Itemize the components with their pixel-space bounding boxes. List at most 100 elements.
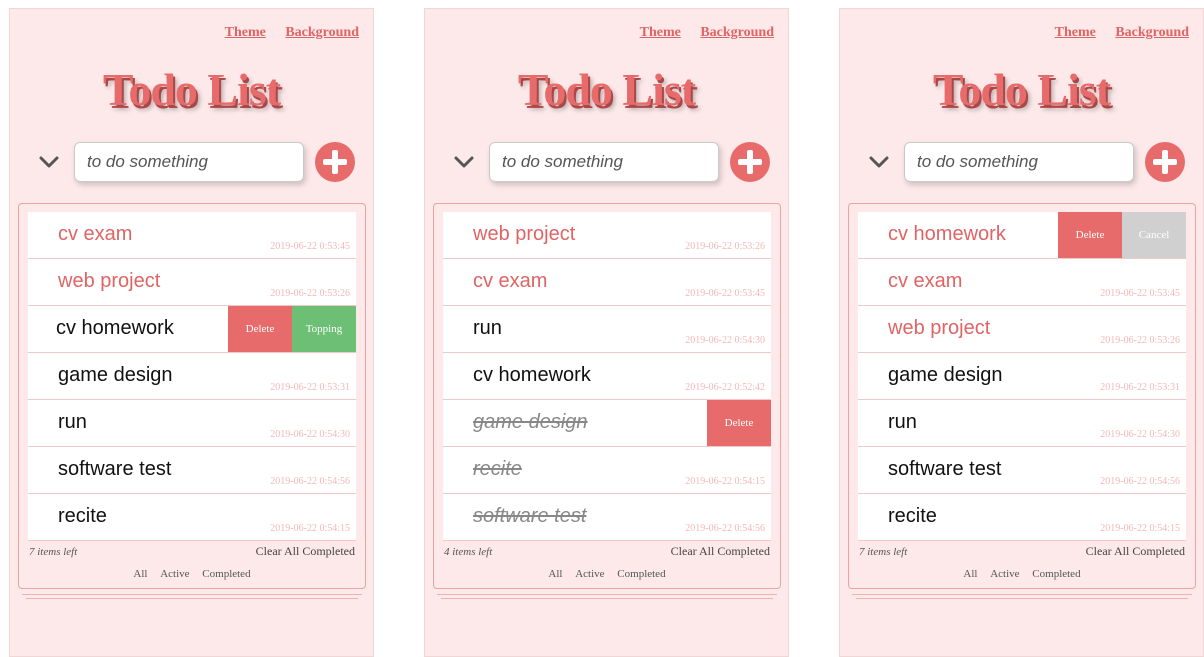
chevron-down-icon[interactable] — [38, 153, 60, 171]
add-button[interactable] — [1144, 141, 1186, 183]
filter-active[interactable]: Active — [990, 568, 1019, 580]
todo-timestamp: 2019-06-22 0:54:30 — [270, 429, 350, 440]
list-item[interactable]: software test 2019-06-22 0:54:56 — [443, 494, 771, 541]
list-item[interactable]: recite 2019-06-22 0:54:15 — [858, 494, 1186, 541]
list-item[interactable]: software test 2019-06-22 0:54:56 — [858, 447, 1186, 494]
list-item[interactable]: software test 2019-06-22 0:54:56 — [28, 447, 356, 494]
delete-button[interactable]: Delete — [1058, 212, 1122, 258]
todo-timestamp: 2019-06-22 0:53:45 — [1100, 288, 1180, 299]
delete-button[interactable]: Delete — [228, 306, 292, 352]
filter-all[interactable]: All — [133, 568, 147, 580]
filter-bar: All Active Completed — [859, 568, 1185, 580]
todo-timestamp: 2019-06-22 0:54:56 — [270, 476, 350, 487]
todo-text: cv homework — [888, 223, 1006, 245]
todo-text: game design — [58, 364, 173, 386]
background-link[interactable]: Background — [1115, 25, 1189, 40]
clear-completed-button[interactable]: Clear All Completed — [671, 544, 770, 559]
filter-completed[interactable]: Completed — [617, 568, 665, 580]
todo-text: web project — [473, 223, 576, 245]
list-item[interactable]: cv exam 2019-06-22 0:53:45 — [28, 212, 356, 259]
todo-card: cv homework Delete Cancel cv exam 2019-0… — [848, 203, 1196, 589]
todo-timestamp: 2019-06-22 0:54:15 — [270, 523, 350, 534]
new-todo-input[interactable] — [489, 142, 719, 182]
theme-link[interactable]: Theme — [1055, 25, 1096, 40]
theme-link[interactable]: Theme — [225, 25, 266, 40]
card-stack-shadow — [441, 595, 773, 599]
todo-text: run — [58, 411, 87, 433]
filter-all[interactable]: All — [548, 568, 562, 580]
top-nav: Theme Background — [624, 25, 774, 41]
delete-button[interactable]: Delete — [707, 400, 771, 446]
todo-timestamp: 2019-06-22 0:53:26 — [1100, 335, 1180, 346]
todo-panel-2: Theme Background Todo List web project 2… — [424, 8, 789, 657]
list-item[interactable]: game design 2019-06-22 0:53:31 — [858, 353, 1186, 400]
todo-text: recite — [888, 505, 937, 527]
card-stack-shadow — [856, 595, 1188, 599]
cancel-button[interactable]: Cancel — [1122, 212, 1186, 258]
list-item[interactable]: run 2019-06-22 0:54:30 — [858, 400, 1186, 447]
filter-all[interactable]: All — [963, 568, 977, 580]
theme-link[interactable]: Theme — [640, 25, 681, 40]
clear-completed-button[interactable]: Clear All Completed — [1086, 544, 1185, 559]
list-item[interactable]: web project 2019-06-22 0:53:26 — [28, 259, 356, 306]
list-item[interactable]: recite 2019-06-22 0:54:15 — [443, 447, 771, 494]
todo-text: software test — [58, 458, 172, 480]
todo-timestamp: 2019-06-22 0:54:15 — [685, 476, 765, 487]
todo-text: web project — [58, 270, 161, 292]
todo-text: software test — [888, 458, 1002, 480]
todo-text: cv homework — [473, 364, 591, 386]
filter-completed[interactable]: Completed — [1032, 568, 1080, 580]
todo-text-completed: software test — [473, 505, 587, 527]
list-item[interactable]: run 2019-06-22 0:54:30 — [28, 400, 356, 447]
items-left-count: 7 items left — [29, 546, 78, 558]
list-item[interactable]: cv homework Delete Cancel — [858, 212, 1186, 259]
todo-timestamp: 2019-06-22 0:53:26 — [270, 288, 350, 299]
list-item[interactable]: cv exam 2019-06-22 0:53:45 — [443, 259, 771, 306]
filter-completed[interactable]: Completed — [202, 568, 250, 580]
todo-text: cv exam — [888, 270, 963, 292]
clear-completed-button[interactable]: Clear All Completed — [256, 544, 355, 559]
page-title: Todo List — [517, 64, 696, 115]
new-todo-input[interactable] — [74, 142, 304, 182]
list-item[interactable]: run 2019-06-22 0:54:30 — [443, 306, 771, 353]
filter-bar: All Active Completed — [29, 568, 355, 580]
todo-panel-1: Theme Background Todo List cv exam 2019-… — [9, 8, 374, 657]
topping-button[interactable]: Topping — [292, 306, 356, 352]
todo-card: web project 2019-06-22 0:53:26 cv exam 2… — [433, 203, 781, 589]
filter-active[interactable]: Active — [160, 568, 189, 580]
list-item[interactable]: cv homework 2019-06-22 0:52:42 — [443, 353, 771, 400]
list-item[interactable]: game design 2019-06-22 0:53:31 — [28, 353, 356, 400]
todo-timestamp: 2019-06-22 0:52:42 — [685, 382, 765, 393]
todo-text: cv exam — [58, 223, 133, 245]
top-nav: Theme Background — [1039, 25, 1189, 41]
todo-entry — [449, 141, 771, 185]
new-todo-input[interactable] — [904, 142, 1134, 182]
todo-timestamp: 2019-06-22 0:53:45 — [270, 241, 350, 252]
todo-timestamp: 2019-06-22 0:54:15 — [1100, 523, 1180, 534]
todo-list: cv exam 2019-06-22 0:53:45 web project 2… — [28, 212, 356, 541]
todo-entry — [864, 141, 1186, 185]
add-button[interactable] — [314, 141, 356, 183]
todo-entry — [34, 141, 356, 185]
add-button[interactable] — [729, 141, 771, 183]
items-left-count: 7 items left — [859, 546, 908, 558]
background-link[interactable]: Background — [285, 25, 359, 40]
todo-panel-3: Theme Background Todo List cv homework D… — [839, 8, 1204, 657]
todo-card: cv exam 2019-06-22 0:53:45 web project 2… — [18, 203, 366, 589]
todo-text: web project — [888, 317, 991, 339]
list-item[interactable]: web project 2019-06-22 0:53:26 — [858, 306, 1186, 353]
list-item[interactable]: web project 2019-06-22 0:53:26 — [443, 212, 771, 259]
top-nav: Theme Background — [209, 25, 359, 41]
filter-bar: All Active Completed — [444, 568, 770, 580]
filter-active[interactable]: Active — [575, 568, 604, 580]
background-link[interactable]: Background — [700, 25, 774, 40]
list-item[interactable]: recite 2019-06-22 0:54:15 — [28, 494, 356, 541]
list-item[interactable]: cv homework Delete Topping — [28, 306, 356, 353]
chevron-down-icon[interactable] — [453, 153, 475, 171]
todo-timestamp: 2019-06-22 0:53:26 — [685, 241, 765, 252]
todo-list: cv homework Delete Cancel cv exam 2019-0… — [858, 212, 1186, 541]
list-item[interactable]: cv exam 2019-06-22 0:53:45 — [858, 259, 1186, 306]
list-item[interactable]: game design Delete — [443, 400, 771, 447]
todo-timestamp: 2019-06-22 0:53:31 — [270, 382, 350, 393]
chevron-down-icon[interactable] — [868, 153, 890, 171]
